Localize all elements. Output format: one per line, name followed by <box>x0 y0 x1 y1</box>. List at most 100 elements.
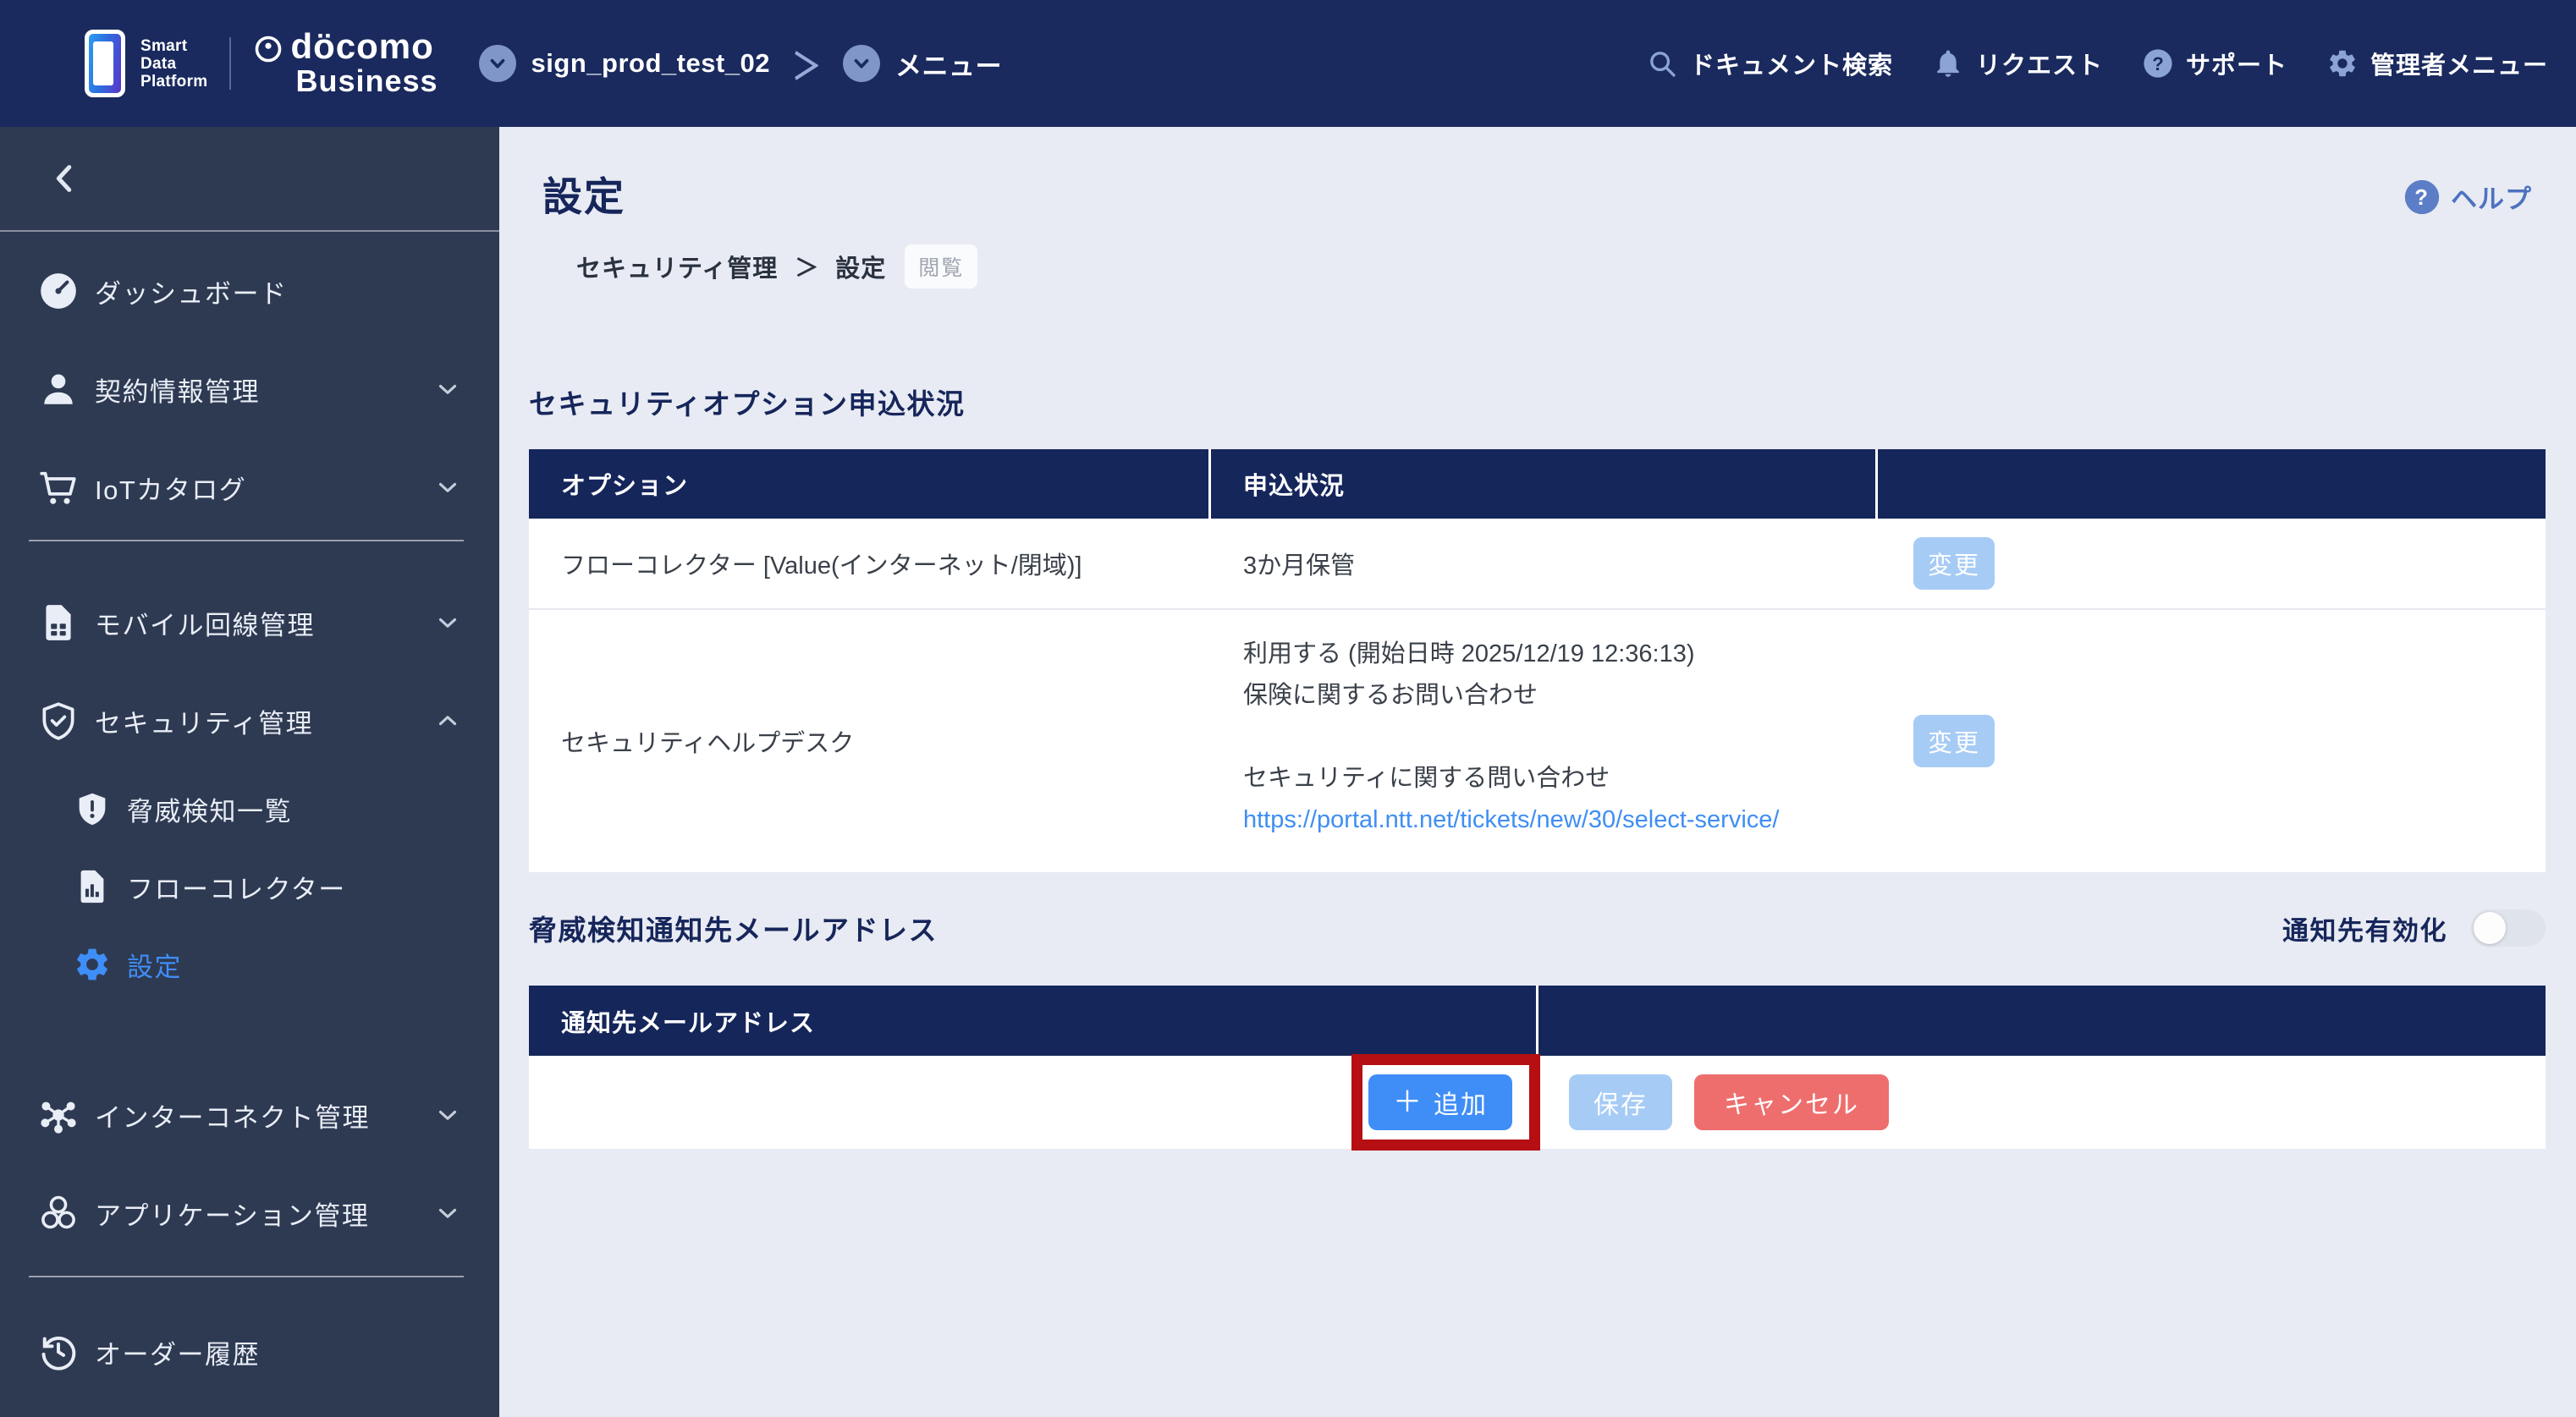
status-line: 利用する (開始日時 2025/12/19 12:36:13) <box>1243 640 1695 667</box>
status-line: 保険に関するお問い合わせ <box>1243 682 1538 709</box>
chevron-left-icon <box>56 165 72 192</box>
request-button[interactable]: リクエスト <box>1932 46 2103 81</box>
support-button[interactable]: ? サポート <box>2142 46 2287 81</box>
security-options-table: オプション 申込状況 フローコレクター [Value(インターネット/閉域)] … <box>529 449 2546 872</box>
section-header-notification-email: 脅威検知通知先メールアドレス 通知先有効化 <box>529 908 2546 948</box>
breadcrumb: セキュリティ管理 ＞ 設定 閲覧 <box>576 244 2576 288</box>
smart-data-platform-logo-text: Smart Data Platform <box>140 36 208 91</box>
sim-card-icon <box>37 601 80 644</box>
app-cluster-icon <box>37 1192 80 1234</box>
header-actions: ドキュメント検索 リクエスト ? サポート 管理者メニュー <box>1646 46 2548 81</box>
notification-enable-toggle[interactable] <box>2471 909 2546 947</box>
cancel-button[interactable]: キャンセル <box>1694 1074 1889 1130</box>
section-title-security-options: セキュリティオプション申込状況 <box>529 388 966 420</box>
docomo-wordmark: döcomo <box>290 26 434 66</box>
change-button[interactable]: 変更 <box>1913 715 1995 767</box>
app: Smart Data Platform döcomo Business sign… <box>0 0 2576 1417</box>
help-link[interactable]: ? ヘルプ <box>2403 178 2532 216</box>
sidebar-nav: ダッシュボード 契約情報管理 IoTカタログ モバイル回線管理 セキュリティ管理… <box>0 232 499 1401</box>
chevron-down-icon <box>438 482 457 492</box>
sidebar-item-iot-catalog[interactable]: IoTカタログ <box>0 438 499 536</box>
sidebar: ダッシュボード 契約情報管理 IoTカタログ モバイル回線管理 セキュリティ管理… <box>0 127 499 1417</box>
person-icon <box>37 368 80 410</box>
question-circle-icon: ? <box>2142 47 2174 80</box>
toggle-knob <box>2474 912 2506 944</box>
sidebar-item-settings[interactable]: 設定 <box>0 925 499 1003</box>
sidebar-item-security-management[interactable]: セキュリティ管理 <box>0 672 499 770</box>
document-chart-icon <box>73 867 112 906</box>
business-wordmark: Business <box>295 63 438 98</box>
notification-email-table: 通知先メールアドレス ＋ 追加 保存 キャンセル <box>529 986 2546 1149</box>
plus-icon: ＋ <box>1393 1086 1423 1118</box>
sidebar-item-contract-management[interactable]: 契約情報管理 <box>0 340 499 438</box>
shield-exclamation-icon <box>73 789 112 828</box>
chevron-up-icon <box>438 716 457 726</box>
workspace-name: sign_prod_test_02 <box>531 48 770 78</box>
status-line <box>1243 717 1878 758</box>
workspace-separator: ＞ <box>791 47 821 88</box>
section-title-notification-email: 脅威検知通知先メールアドレス <box>529 914 938 946</box>
table-row: フローコレクター [Value(インターネット/閉域)] 3か月保管 変更 <box>529 519 2546 608</box>
chevron-down-icon <box>438 384 457 394</box>
gauge-icon <box>37 270 80 312</box>
docomo-logo-icon <box>256 36 282 63</box>
menu-label: メニュー <box>894 51 1002 81</box>
ticket-portal-link[interactable]: https://portal.ntt.net/tickets/new/30/se… <box>1243 799 1878 841</box>
option-status: 利用する (開始日時 2025/12/19 12:36:13) 保険に関するお問… <box>1211 610 1878 872</box>
toggle-label: 通知先有効化 <box>2282 915 2447 946</box>
document-search-button[interactable]: ドキュメント検索 <box>1646 46 1893 81</box>
chevron-down-icon <box>438 1110 457 1120</box>
sidebar-item-interconnect-management[interactable]: インターコネクト管理 <box>0 1066 499 1164</box>
column-header-actions <box>1878 449 2546 519</box>
breadcrumb-settings: 設定 <box>835 255 887 283</box>
save-button[interactable]: 保存 <box>1569 1074 1672 1130</box>
add-button[interactable]: ＋ 追加 <box>1368 1074 1512 1130</box>
top-header: Smart Data Platform döcomo Business sign… <box>0 0 2576 127</box>
table-row: セキュリティヘルプデスク 利用する (開始日時 2025/12/19 12:36… <box>529 608 2546 872</box>
sidebar-item-flow-collector[interactable]: フローコレクター <box>0 848 499 925</box>
sidebar-divider <box>29 1276 464 1277</box>
smart-data-platform-logo-icon <box>85 30 125 97</box>
table-row: ＋ 追加 保存 キャンセル <box>529 1056 2546 1149</box>
page-title: 設定 <box>542 174 625 219</box>
sidebar-item-order-history[interactable]: オーダー履歴 <box>0 1303 499 1401</box>
workspace-selector[interactable]: sign_prod_test_02 <box>478 45 770 82</box>
admin-menu-button[interactable]: 管理者メニュー <box>2326 46 2548 81</box>
brand-divider <box>229 37 232 90</box>
column-header-email: 通知先メールアドレス <box>529 986 1538 1056</box>
gear-icon <box>2326 47 2359 80</box>
docomo-business-logo: döcomo Business <box>253 29 438 98</box>
main-content: ? ヘルプ 設定 セキュリティ管理 ＞ 設定 閲覧 セキュリティオプション申込状… <box>499 127 2576 1417</box>
option-status: 3か月保管 <box>1243 552 1356 579</box>
sidebar-item-threat-detection-list[interactable]: 脅威検知一覧 <box>0 770 499 848</box>
option-name: セキュリティヘルプデスク <box>561 730 855 757</box>
chevron-down-circle-icon <box>842 45 880 82</box>
column-header-status: 申込状況 <box>1211 449 1878 519</box>
cart-icon <box>37 466 80 508</box>
shield-check-icon <box>37 700 80 742</box>
network-hub-icon <box>37 1094 80 1136</box>
table-header-row: オプション 申込状況 <box>529 449 2546 519</box>
chevron-down-circle-icon <box>478 45 516 82</box>
chevron-down-icon <box>438 1208 457 1218</box>
sidebar-item-application-management[interactable]: アプリケーション管理 <box>0 1164 499 1262</box>
column-header-option: オプション <box>529 449 1211 519</box>
history-icon <box>37 1331 80 1373</box>
notification-email-table-wrap: 通知先メールアドレス ＋ 追加 保存 キャンセル <box>529 986 2546 1151</box>
question-circle-icon: ? <box>2404 179 2440 214</box>
view-mode-badge: 閲覧 <box>905 244 978 288</box>
search-icon <box>1646 47 1678 80</box>
menu-selector[interactable]: メニュー <box>842 45 1002 83</box>
sidebar-item-mobile-line-management[interactable]: モバイル回線管理 <box>0 574 499 672</box>
brand-logo: Smart Data Platform döcomo Business <box>85 29 438 98</box>
option-name: フローコレクター [Value(インターネット/閉域)] <box>561 552 1082 579</box>
change-button[interactable]: 変更 <box>1913 537 1995 590</box>
sidebar-collapse-button[interactable] <box>0 127 499 232</box>
status-line: セキュリティに関する問い合わせ <box>1243 765 1610 792</box>
table-header-row: 通知先メールアドレス <box>529 986 2546 1056</box>
breadcrumb-security-management[interactable]: セキュリティ管理 <box>576 249 778 284</box>
sidebar-item-dashboard[interactable]: ダッシュボード <box>0 242 499 340</box>
column-header-actions <box>1538 986 2546 1056</box>
chevron-down-icon <box>438 618 457 628</box>
bell-icon <box>1932 47 1964 80</box>
